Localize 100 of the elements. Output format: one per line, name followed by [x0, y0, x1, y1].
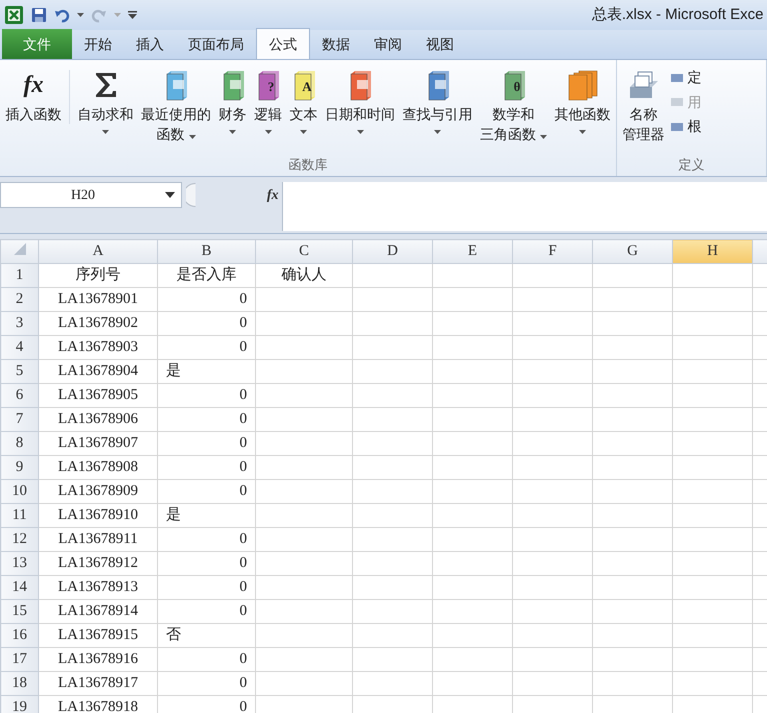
- ribbon-button[interactable]: 最近使用的 函数: [139, 64, 213, 154]
- column-header[interactable]: E: [432, 240, 512, 263]
- row-header[interactable]: 1: [0, 263, 38, 287]
- table-cell: LA13678914: [38, 599, 158, 623]
- formula-input[interactable]: [282, 182, 767, 231]
- ribbon-button[interactable]: A 文本: [288, 64, 320, 154]
- table-cell: 0: [158, 311, 256, 335]
- table-cell: 0: [158, 479, 256, 503]
- row-header[interactable]: 12: [0, 527, 38, 551]
- table-cell: 确认人: [256, 263, 352, 287]
- row-header[interactable]: 14: [0, 575, 38, 599]
- table-cell: 0: [158, 671, 256, 695]
- row-header[interactable]: 15: [0, 599, 38, 623]
- group-label: 函数库: [288, 156, 328, 174]
- row-header[interactable]: 11: [0, 503, 38, 527]
- table-cell: 0: [158, 335, 256, 359]
- table-cell: 否: [158, 623, 256, 647]
- table-cell: LA13678913: [38, 575, 158, 599]
- ribbon-button[interactable]: θ 数学和 三角函数: [478, 64, 549, 154]
- excel-logo-icon: [4, 5, 24, 25]
- table-cell: LA13678905: [38, 383, 158, 407]
- ribbon-tab[interactable]: 插入: [124, 29, 176, 59]
- ribbon-button[interactable]: 其他函数: [552, 64, 612, 154]
- caret-icon[interactable]: [76, 13, 84, 17]
- ribbon-tab[interactable]: 页面布局: [176, 29, 256, 59]
- row-header[interactable]: 10: [0, 479, 38, 503]
- table-cell: LA13678911: [38, 527, 158, 551]
- table-cell: 0: [158, 287, 256, 311]
- table-cell: 是: [158, 359, 256, 383]
- table-cell: 0: [158, 431, 256, 455]
- table-cell: 0: [158, 527, 256, 551]
- row-header[interactable]: 7: [0, 407, 38, 431]
- handle-icon: [186, 183, 196, 207]
- insert-function-button[interactable]: fx: [266, 184, 278, 206]
- table-cell: LA13678910: [38, 503, 158, 527]
- column-header[interactable]: G: [592, 240, 672, 263]
- row-header[interactable]: 4: [0, 335, 38, 359]
- ribbon-button[interactable]: 财务: [216, 64, 248, 154]
- table-cell: LA13678906: [38, 407, 158, 431]
- ribbon-command[interactable]: 定: [688, 67, 702, 88]
- dropdown-arrow-icon[interactable]: [165, 192, 175, 198]
- file-tab[interactable]: 文件: [2, 29, 72, 59]
- row-header[interactable]: 3: [0, 311, 38, 335]
- row-header[interactable]: 16: [0, 623, 38, 647]
- column-header[interactable]: D: [352, 240, 432, 263]
- table-cell: 0: [158, 383, 256, 407]
- table-cell: LA13678904: [38, 359, 158, 383]
- table-cell: 0: [158, 407, 256, 431]
- ribbon-button[interactable]: 名称 管理器: [620, 64, 666, 154]
- ribbon-button[interactable]: 日期和时间: [323, 64, 397, 154]
- column-header[interactable]: C: [256, 240, 352, 263]
- row-header[interactable]: 13: [0, 551, 38, 575]
- table-cell: 0: [158, 599, 256, 623]
- name-box[interactable]: H20: [0, 182, 182, 208]
- row-header[interactable]: 9: [0, 455, 38, 479]
- table-cell: 序列号: [38, 263, 158, 287]
- save-icon[interactable]: [30, 7, 46, 23]
- ribbon-button[interactable]: fx 插入函数: [4, 64, 64, 154]
- table-cell: LA13678916: [38, 647, 158, 671]
- ribbon-button[interactable]: ? 逻辑: [252, 64, 284, 154]
- ribbon-command[interactable]: 根: [688, 116, 702, 137]
- ribbon-button[interactable]: 查找与引用: [400, 64, 474, 154]
- row-header[interactable]: 19: [0, 695, 38, 713]
- function-icon: fx: [24, 66, 44, 104]
- table-cell: 0: [158, 575, 256, 599]
- row-header[interactable]: 2: [0, 287, 38, 311]
- customize-menu-icon[interactable]: [128, 11, 136, 19]
- table-cell: 0: [158, 551, 256, 575]
- column-header[interactable]: B: [158, 240, 256, 263]
- row-header[interactable]: 18: [0, 671, 38, 695]
- table-cell: 0: [158, 455, 256, 479]
- ribbon-tab[interactable]: 公式: [256, 28, 310, 59]
- table-cell: LA13678912: [38, 551, 158, 575]
- row-header[interactable]: 17: [0, 647, 38, 671]
- table-cell: LA13678909: [38, 479, 158, 503]
- table-cell: LA13678901: [38, 287, 158, 311]
- group-label: 定义: [678, 156, 706, 174]
- ribbon-tab[interactable]: 审阅: [362, 29, 414, 59]
- undo-icon[interactable]: [54, 7, 70, 23]
- ribbon-tab[interactable]: 数据: [310, 29, 362, 59]
- column-header[interactable]: H: [672, 240, 752, 263]
- name-tool-icon: [670, 95, 684, 109]
- table-cell: 是否入库: [158, 263, 256, 287]
- table-cell: LA13678917: [38, 671, 158, 695]
- row-header[interactable]: 6: [0, 383, 38, 407]
- ribbon-tab[interactable]: 开始: [72, 29, 124, 59]
- table-cell: LA13678915: [38, 623, 158, 647]
- table-cell: LA13678907: [38, 431, 158, 455]
- ribbon-button[interactable]: 自动求和: [76, 64, 136, 154]
- column-header[interactable]: A: [38, 240, 158, 263]
- ribbon-tab[interactable]: 视图: [414, 29, 466, 59]
- table-cell: 0: [158, 647, 256, 671]
- window-title: 总表.xlsx - Microsoft Exce: [592, 4, 764, 25]
- row-header[interactable]: 8: [0, 431, 38, 455]
- row-header[interactable]: 5: [0, 359, 38, 383]
- table-cell: LA13678903: [38, 335, 158, 359]
- table-cell: LA13678902: [38, 311, 158, 335]
- column-header[interactable]: F: [512, 240, 592, 263]
- table-cell: LA13678908: [38, 455, 158, 479]
- table-cell: 是: [158, 503, 256, 527]
